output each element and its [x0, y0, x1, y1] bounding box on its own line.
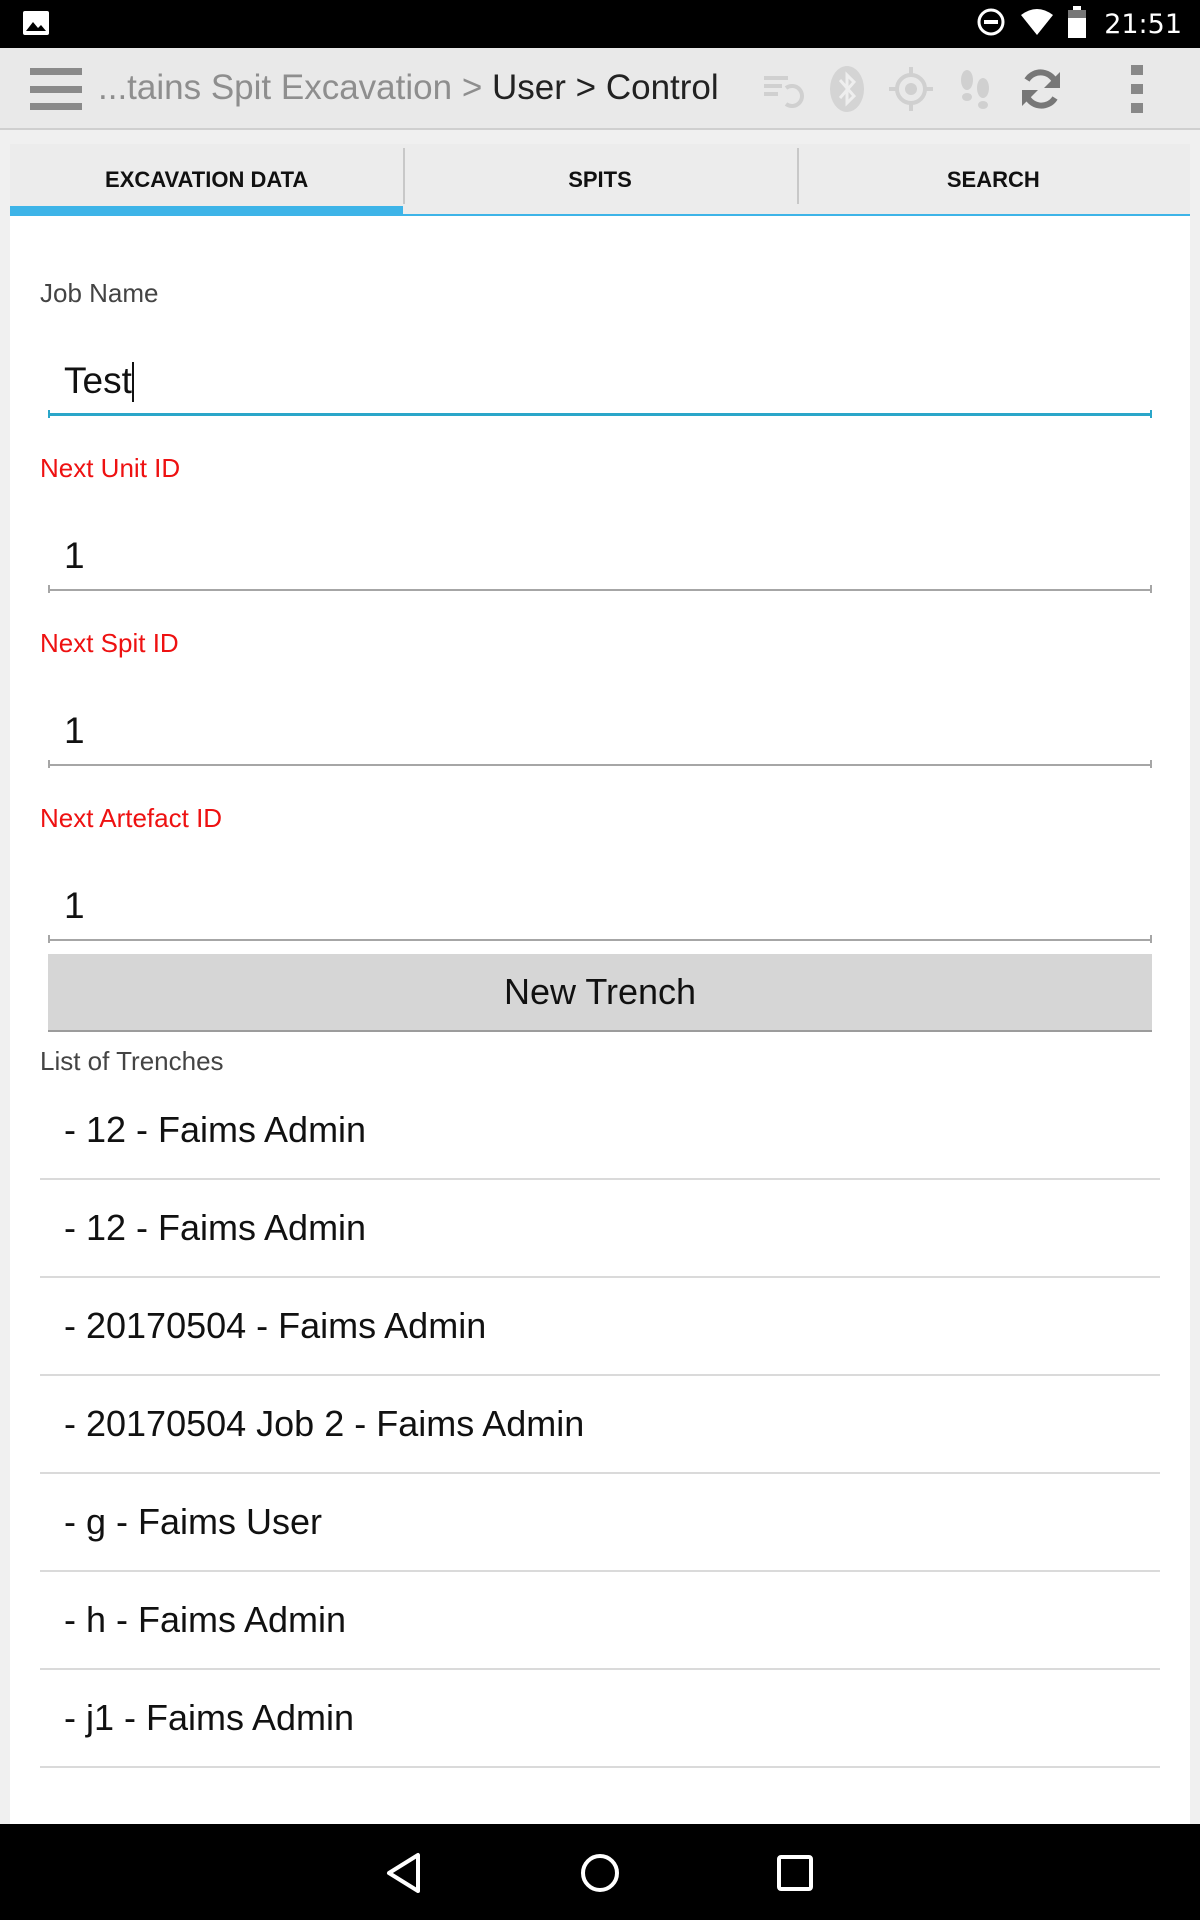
next-artefact-id-field[interactable] — [48, 873, 1152, 941]
trench-list-item[interactable]: - h - Faims Admin — [40, 1572, 1160, 1670]
battery-icon — [1068, 5, 1087, 43]
breadcrumb-module[interactable]: ...tains Spit Excavation — [98, 68, 452, 107]
trench-list-item[interactable]: - 12 - Faims Admin — [40, 1180, 1160, 1278]
trench-list-item[interactable]: - 20170504 Job 2 - Faims Admin — [40, 1376, 1160, 1474]
navigation-bar — [0, 1824, 1200, 1920]
tracking-icon[interactable] — [950, 64, 1000, 114]
tab-label: SEARCH — [946, 167, 1040, 192]
tab-indicator — [10, 206, 404, 216]
next-spit-id-field[interactable] — [48, 698, 1152, 766]
sync-status-icon[interactable] — [758, 64, 808, 114]
tab-label: EXCAVATION DATA — [105, 167, 309, 192]
tab-excavation-data[interactable]: EXCAVATION DATA — [10, 144, 404, 216]
breadcrumb-user[interactable]: User — [492, 68, 566, 107]
trench-list-item[interactable]: - 20170504 - Faims Admin — [40, 1278, 1160, 1376]
trench-list-item[interactable]: - 12 - Faims Admin — [40, 1082, 1160, 1180]
next-unit-id-label: Next Unit ID — [40, 453, 181, 483]
sync-icon[interactable] — [1016, 64, 1066, 114]
job-name-field[interactable] — [48, 348, 1152, 416]
menu-icon[interactable] — [30, 68, 82, 110]
next-artefact-id-label: Next Artefact ID — [40, 803, 223, 833]
breadcrumb-separator: > — [461, 68, 483, 107]
overflow-menu-icon[interactable] — [1112, 64, 1162, 114]
next-spit-id-label: Next Spit ID — [40, 628, 179, 658]
tab-bar: EXCAVATION DATA SPITS SEARCH — [10, 144, 1190, 216]
input-edge — [48, 760, 50, 768]
input-edge — [1150, 585, 1152, 593]
new-trench-button[interactable]: New Trench — [48, 954, 1152, 1032]
input-edge — [48, 585, 50, 593]
back-icon[interactable] — [382, 1850, 428, 1896]
breadcrumb-current: Control — [605, 68, 719, 107]
input-edge — [1150, 935, 1152, 943]
image-notification-icon — [22, 10, 50, 41]
wifi-icon — [1020, 8, 1054, 41]
tab-search[interactable]: SEARCH — [796, 144, 1190, 216]
action-bar: ...tains Spit Excavation > User > Contro… — [0, 48, 1200, 130]
trench-list-item[interactable]: - j1 - Faims Admin — [40, 1670, 1160, 1768]
input-edge — [48, 935, 50, 943]
excavation-data-panel: Job Name Next Unit ID Next Spit ID Next … — [10, 216, 1190, 1824]
text-cursor — [132, 362, 134, 402]
trench-list: - 12 - Faims Admin - 12 - Faims Admin - … — [40, 1082, 1160, 1768]
list-of-trenches-label: List of Trenches — [40, 1046, 224, 1076]
next-unit-id-field[interactable] — [48, 523, 1152, 591]
home-icon[interactable] — [577, 1850, 623, 1896]
input-edge — [1150, 760, 1152, 768]
job-name-label: Job Name — [40, 278, 159, 308]
recents-icon[interactable] — [772, 1850, 818, 1896]
input-edge — [1150, 410, 1152, 418]
do-not-disturb-icon — [976, 7, 1006, 42]
tab-label: SPITS — [568, 167, 632, 192]
tab-spits[interactable]: SPITS — [403, 144, 797, 216]
status-clock: 21:51 — [1104, 8, 1182, 40]
trench-list-item[interactable]: - g - Faims User — [40, 1474, 1160, 1572]
input-edge — [48, 410, 50, 418]
bluetooth-icon[interactable] — [822, 64, 872, 114]
gps-icon[interactable] — [886, 64, 936, 114]
breadcrumb-separator: > — [575, 68, 597, 107]
breadcrumb: ...tains Spit Excavation > User > Contro… — [98, 68, 719, 108]
status-bar: 21:51 — [0, 0, 1200, 48]
